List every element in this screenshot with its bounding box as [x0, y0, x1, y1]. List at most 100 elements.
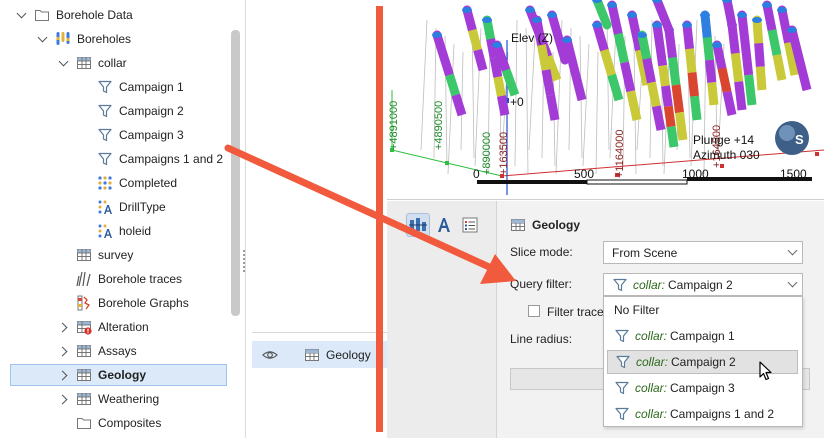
tree-item-label: holeid — [119, 224, 152, 238]
filter-option-label: Campaign 2 — [671, 355, 736, 369]
chevron-right-icon[interactable] — [58, 345, 70, 357]
tree-item-collar[interactable]: collar — [58, 52, 127, 74]
scale-bar-segment — [586, 179, 688, 185]
tree-item-borehole-data[interactable]: Borehole Data — [16, 4, 133, 26]
borehole-segment — [740, 44, 754, 76]
chevron-down-icon[interactable] — [16, 9, 28, 21]
borehole-segment — [467, 28, 483, 52]
slice-mode-select[interactable]: From Scene — [603, 241, 803, 264]
tree-item-campaign-2[interactable]: Campaign 2 — [79, 100, 184, 122]
tree-item-assays[interactable]: Assays — [58, 340, 137, 362]
drill-trace — [606, 19, 610, 151]
tree-item-weathering[interactable]: Weathering — [58, 388, 159, 410]
tree-item-geology[interactable]: Geology — [10, 364, 227, 386]
list-divider — [252, 332, 387, 333]
filter-traces-label: Filter trace — [547, 305, 604, 319]
borehole-segment — [687, 72, 699, 97]
folder-icon — [76, 415, 92, 431]
table-icon — [76, 367, 92, 383]
filter-option-table: collar: — [636, 355, 669, 369]
filter-option-label: No Filter — [614, 303, 660, 317]
chevron-right-icon[interactable] — [58, 369, 70, 381]
borehole-collar-cap — [762, 2, 772, 8]
borehole-segment — [661, 85, 673, 107]
borehole-segment — [682, 20, 694, 54]
borehole-segment — [647, 81, 661, 108]
filter-option-label: Campaign 3 — [670, 381, 735, 395]
borehole-segment — [655, 44, 668, 67]
tree-item-drilltype[interactable]: DrillType — [79, 196, 166, 218]
filter-traces-checkbox[interactable] — [528, 305, 540, 317]
filter-option-label: Campaign 1 — [670, 329, 735, 343]
text-column-icon — [97, 223, 113, 239]
text-tab-icon[interactable] — [432, 213, 456, 237]
tree-item-campaigns-1-and-2[interactable]: Campaigns 1 and 2 — [79, 148, 223, 170]
chevron-right-icon[interactable] — [58, 393, 70, 405]
grid-tick-marker — [445, 161, 449, 165]
borehole-segment — [717, 67, 732, 93]
compass-letter: S — [795, 132, 804, 147]
tree-item-alteration[interactable]: Alteration — [58, 316, 149, 338]
borehole-segment — [737, 10, 750, 50]
tree-item-survey[interactable]: survey — [58, 244, 133, 266]
list-tab-icon[interactable] — [458, 213, 482, 237]
panel-splitter-grip[interactable] — [243, 250, 245, 272]
borehole-segment — [626, 90, 642, 121]
slice-mode-label: Slice mode: — [510, 245, 573, 259]
bar-chart-tab-icon[interactable] — [406, 213, 430, 237]
filter-option-no-filter[interactable]: No Filter — [604, 298, 802, 322]
table-error-icon — [76, 319, 92, 335]
scale-bar-segment — [477, 180, 587, 184]
tree-item-boreholes[interactable]: Boreholes — [37, 28, 131, 50]
borehole-segment — [734, 81, 747, 111]
borehole-collar-cap — [700, 12, 710, 18]
tree-item-label: Assays — [98, 344, 137, 358]
tree-scrollbar[interactable] — [231, 30, 240, 316]
tree-item-borehole-graphs[interactable]: Borehole Graphs — [58, 292, 189, 314]
tree-item-campaign-3[interactable]: Campaign 3 — [79, 124, 184, 146]
borehole-collar-cap — [562, 37, 572, 43]
borehole-segment — [489, 57, 503, 78]
slice-mode-value: From Scene — [612, 245, 678, 260]
tree-item-composites[interactable]: Composites — [58, 412, 161, 434]
filter-option-label: Campaigns 1 and 2 — [670, 407, 775, 421]
borehole-segment — [722, 0, 737, 30]
chevron-down-icon — [787, 245, 798, 256]
tree-item-campaign-1[interactable]: Campaign 1 — [79, 76, 184, 98]
tree-item-borehole-traces[interactable]: Borehole traces — [58, 268, 182, 290]
query-filter-select[interactable]: collar: Campaign 2 — [603, 273, 803, 296]
table-icon — [76, 391, 92, 407]
borehole-segment — [702, 37, 714, 61]
borehole-collar-cap — [432, 32, 442, 38]
chevron-down-icon[interactable] — [37, 33, 49, 45]
borehole-segment — [755, 66, 767, 91]
tree-item-holeid[interactable]: holeid — [79, 220, 151, 242]
chevron-down-icon[interactable] — [58, 57, 70, 69]
borehole-segment — [473, 48, 488, 72]
filter-option-campaigns-1-and-2[interactable]: collar: Campaigns 1 and 2 — [604, 402, 802, 426]
drill-trace — [582, 43, 590, 167]
borehole-segment — [675, 111, 688, 141]
borehole-segment — [663, 105, 676, 128]
borehole-segment — [546, 94, 560, 121]
borehole-collar-cap — [492, 42, 502, 48]
borehole-collar-cap — [682, 22, 692, 28]
scene-canvas[interactable]: +4891000 +4890500+890000 +163500 +1164000 +1… — [387, 0, 824, 200]
eye-icon[interactable] — [262, 347, 280, 363]
table-icon — [76, 247, 92, 263]
borehole-segment — [493, 76, 506, 97]
table-icon — [510, 217, 526, 233]
filter-icon — [614, 406, 630, 422]
scene-object-geology[interactable]: Geology — [252, 341, 387, 368]
tree-item-completed[interactable]: Completed — [79, 172, 177, 194]
grid-coordinate-label: +890000 — [481, 132, 493, 175]
filter-option-campaign-1[interactable]: collar: Campaign 1 — [604, 324, 802, 348]
scene-view[interactable]: +4891000 +4890500 +890000 +163500 +1164000 +1… — [387, 0, 824, 200]
borehole-segment — [438, 53, 454, 77]
chevron-right-icon[interactable] — [58, 321, 70, 333]
